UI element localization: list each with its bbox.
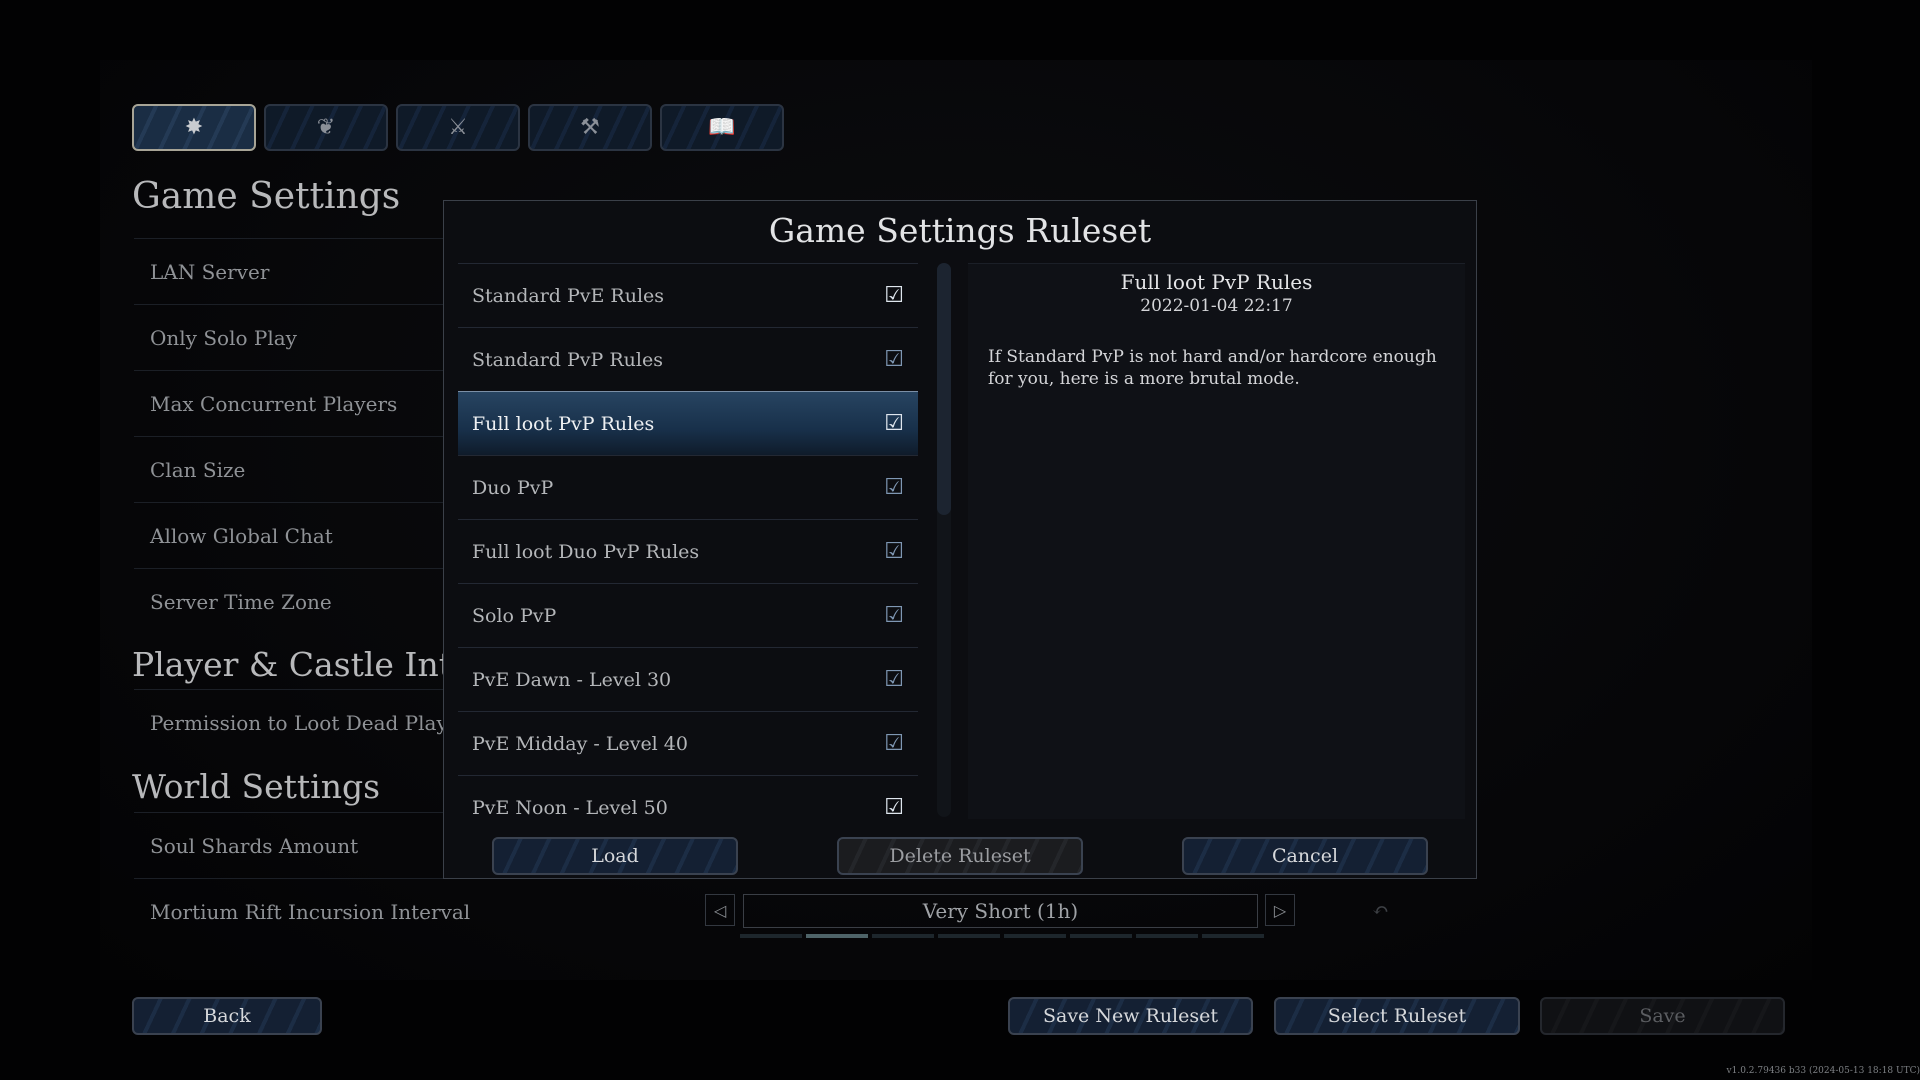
- option-segment: [938, 934, 1000, 938]
- setting-label: Mortium Rift Incursion Interval: [150, 899, 471, 924]
- delete-ruleset-button[interactable]: Delete Ruleset: [837, 837, 1083, 875]
- tab-hammer[interactable]: ⚒: [528, 104, 652, 151]
- setting-row[interactable]: Server Time Zone: [134, 568, 454, 634]
- ruleset-name: Solo PvP: [472, 604, 557, 627]
- ruleset-name: Standard PvP Rules: [472, 348, 663, 371]
- tab-book[interactable]: 📖: [660, 104, 784, 151]
- dialog-title: Game Settings Ruleset: [768, 211, 1152, 250]
- ruleset-item[interactable]: Full loot PvP Rules ☑: [458, 391, 918, 455]
- option-segment: [806, 934, 868, 938]
- tab-gear[interactable]: ✸: [132, 104, 256, 151]
- load-button[interactable]: Load: [492, 837, 738, 875]
- setting-label: Server Time Zone: [150, 589, 332, 614]
- setting-row[interactable]: Max Concurrent Players: [134, 370, 454, 436]
- ruleset-name: Duo PvP: [472, 476, 554, 499]
- option-segment: [1070, 934, 1132, 938]
- ruleset-list: Standard PvE Rules ☑ Standard PvP Rules ☑ Fu…: [458, 263, 918, 839]
- ruleset-item[interactable]: Standard PvP Rules ☑: [458, 327, 918, 391]
- ruleset-name: PvE Noon - Level 50: [472, 796, 668, 819]
- setting-label: Only Solo Play: [150, 325, 297, 350]
- save-button[interactable]: Save: [1540, 997, 1785, 1035]
- setting-label: LAN Server: [150, 259, 270, 284]
- ruleset-item[interactable]: PvE Dawn - Level 30 ☑: [458, 647, 918, 711]
- back-button[interactable]: Back: [132, 997, 322, 1035]
- ruleset-name: PvE Dawn - Level 30: [472, 668, 672, 691]
- version-label: v1.0.2.79436 b33 (2024-05-13 18:18 UTC): [1726, 1066, 1920, 1076]
- edit-document-icon[interactable]: ☑: [884, 603, 904, 628]
- reset-icon[interactable]: ↶: [1372, 898, 1389, 922]
- setting-label: Soul Shards Amount: [150, 833, 359, 858]
- section-title-world-settings: World Settings: [132, 767, 381, 806]
- option-segment: [1202, 934, 1264, 938]
- setting-label: Allow Global Chat: [150, 523, 333, 548]
- detail-description: If Standard PvP is not hard and/or hardc…: [988, 347, 1437, 389]
- ruleset-item[interactable]: Standard PvE Rules ☑: [458, 263, 918, 327]
- tab-crossed-swords[interactable]: ⚔: [396, 104, 520, 151]
- setting-label: Clan Size: [150, 457, 246, 482]
- ruleset-name: Full loot Duo PvP Rules: [472, 540, 700, 563]
- edit-document-icon[interactable]: ☑: [884, 347, 904, 372]
- edit-document-icon[interactable]: ☑: [884, 731, 904, 756]
- ruleset-list-scrollbar[interactable]: [937, 263, 951, 817]
- gear-icon: ✸: [184, 115, 204, 140]
- previous-option-button[interactable]: ◁: [705, 894, 735, 926]
- edit-document-icon[interactable]: ☑: [884, 667, 904, 692]
- detail-name: Full loot PvP Rules: [1120, 270, 1313, 294]
- tab-blood-potion[interactable]: ❦: [264, 104, 388, 151]
- setting-row-loot-permission[interactable]: Permission to Loot Dead Players: [134, 689, 454, 755]
- ruleset-name: Standard PvE Rules: [472, 284, 665, 307]
- mortium-interval-value: Very Short (1h): [743, 894, 1258, 928]
- ruleset-detail-panel: Full loot PvP Rules 2022-01-04 22:17 If …: [968, 263, 1465, 819]
- option-segment: [872, 934, 934, 938]
- setting-row[interactable]: Clan Size: [134, 436, 454, 502]
- option-segment: [1004, 934, 1066, 938]
- ruleset-item[interactable]: PvE Midday - Level 40 ☑: [458, 711, 918, 775]
- hammer-icon: ⚒: [580, 115, 600, 140]
- setting-label: Max Concurrent Players: [150, 391, 398, 416]
- option-segment: [740, 934, 802, 938]
- ruleset-item[interactable]: Full loot Duo PvP Rules ☑: [458, 519, 918, 583]
- detail-date: 2022-01-04 22:17: [1140, 296, 1293, 316]
- edit-document-icon[interactable]: ☑: [884, 795, 904, 820]
- ruleset-dialog: Game Settings Ruleset Standard PvE Rules…: [443, 200, 1477, 879]
- setting-label: Permission to Loot Dead Players: [150, 710, 454, 735]
- select-ruleset-button[interactable]: Select Ruleset: [1274, 997, 1520, 1035]
- page-title: Game Settings: [132, 176, 401, 217]
- ruleset-name: Full loot PvP Rules: [472, 412, 655, 435]
- edit-document-icon[interactable]: ☑: [884, 283, 904, 308]
- setting-row-mortium-interval[interactable]: Mortium Rift Incursion Interval: [134, 878, 674, 944]
- edit-document-icon[interactable]: ☑: [884, 539, 904, 564]
- crossed-swords-icon: ⚔: [448, 115, 468, 140]
- blood-potion-icon: ❦: [316, 115, 336, 140]
- ruleset-name: PvE Midday - Level 40: [472, 732, 688, 755]
- setting-row[interactable]: Only Solo Play: [134, 304, 454, 370]
- ruleset-item[interactable]: Duo PvP ☑: [458, 455, 918, 519]
- edit-document-icon[interactable]: ☑: [884, 411, 904, 436]
- cancel-button[interactable]: Cancel: [1182, 837, 1428, 875]
- book-icon: 📖: [708, 115, 736, 140]
- ruleset-item[interactable]: PvE Noon - Level 50 ☑: [458, 775, 918, 839]
- option-segment: [1136, 934, 1198, 938]
- edit-document-icon[interactable]: ☑: [884, 475, 904, 500]
- ruleset-item[interactable]: Solo PvP ☑: [458, 583, 918, 647]
- setting-row-soul-shards[interactable]: Soul Shards Amount: [134, 812, 454, 878]
- next-option-button[interactable]: ▷: [1265, 894, 1295, 926]
- scrollbar-thumb[interactable]: [937, 263, 951, 515]
- setting-row[interactable]: Allow Global Chat: [134, 502, 454, 568]
- setting-row[interactable]: LAN Server: [134, 238, 454, 304]
- save-new-ruleset-button[interactable]: Save New Ruleset: [1008, 997, 1253, 1035]
